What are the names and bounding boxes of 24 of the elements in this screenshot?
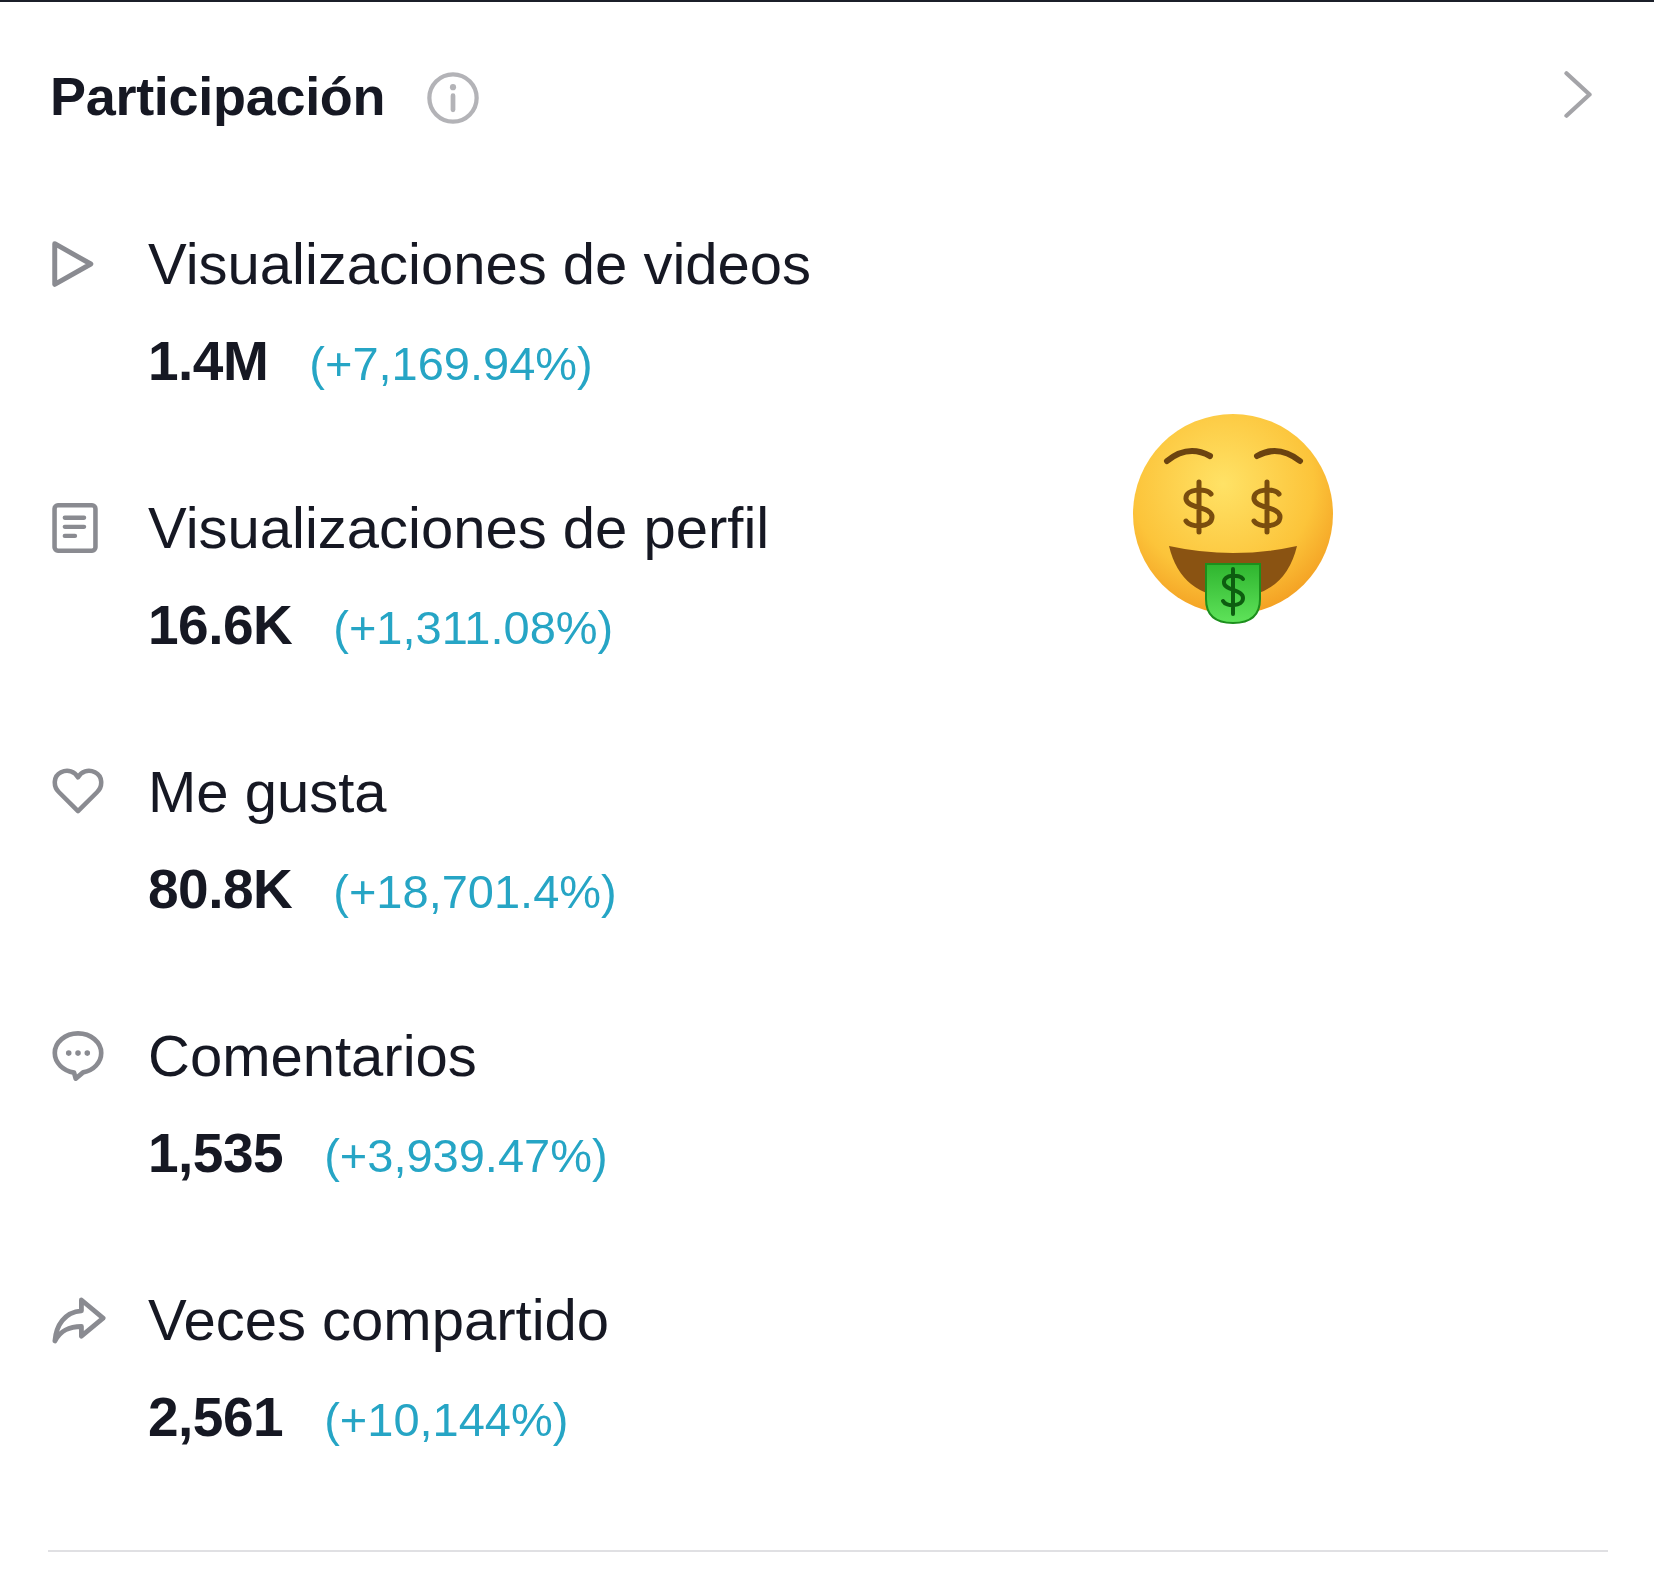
metric-label: Me gusta [148, 758, 387, 826]
percent-change: (+1,311.08%) [333, 600, 614, 656]
percent-change: (+18,701.4%) [333, 864, 617, 920]
money-face-icon [1133, 414, 1333, 624]
metric-label: Visualizaciones de videos [148, 230, 812, 298]
chevron-right-icon[interactable] [1564, 70, 1592, 118]
metric-value: 16.6K [148, 593, 293, 658]
metric-label: Visualizaciones de perfil [148, 494, 770, 562]
metric-label: Comentarios [148, 1022, 477, 1090]
document-icon [52, 503, 98, 553]
metric-value: 1.4M [148, 329, 269, 394]
metric-label: Veces compartido [148, 1286, 610, 1354]
metric-value: 1,535 [148, 1121, 284, 1186]
section-title: Participación [50, 65, 386, 128]
share-icon [52, 1296, 106, 1344]
percent-change: (+7,169.94%) [309, 336, 593, 392]
metric-value: 80.8K [148, 857, 293, 922]
heart-icon [52, 768, 104, 816]
speech-bubble-icon [52, 1030, 104, 1082]
play-icon [52, 241, 94, 287]
percent-change: (+10,144%) [324, 1392, 569, 1448]
percent-change: (+3,939.47%) [324, 1128, 608, 1184]
metric-value: 2,561 [148, 1385, 284, 1450]
info-icon[interactable] [427, 72, 480, 124]
